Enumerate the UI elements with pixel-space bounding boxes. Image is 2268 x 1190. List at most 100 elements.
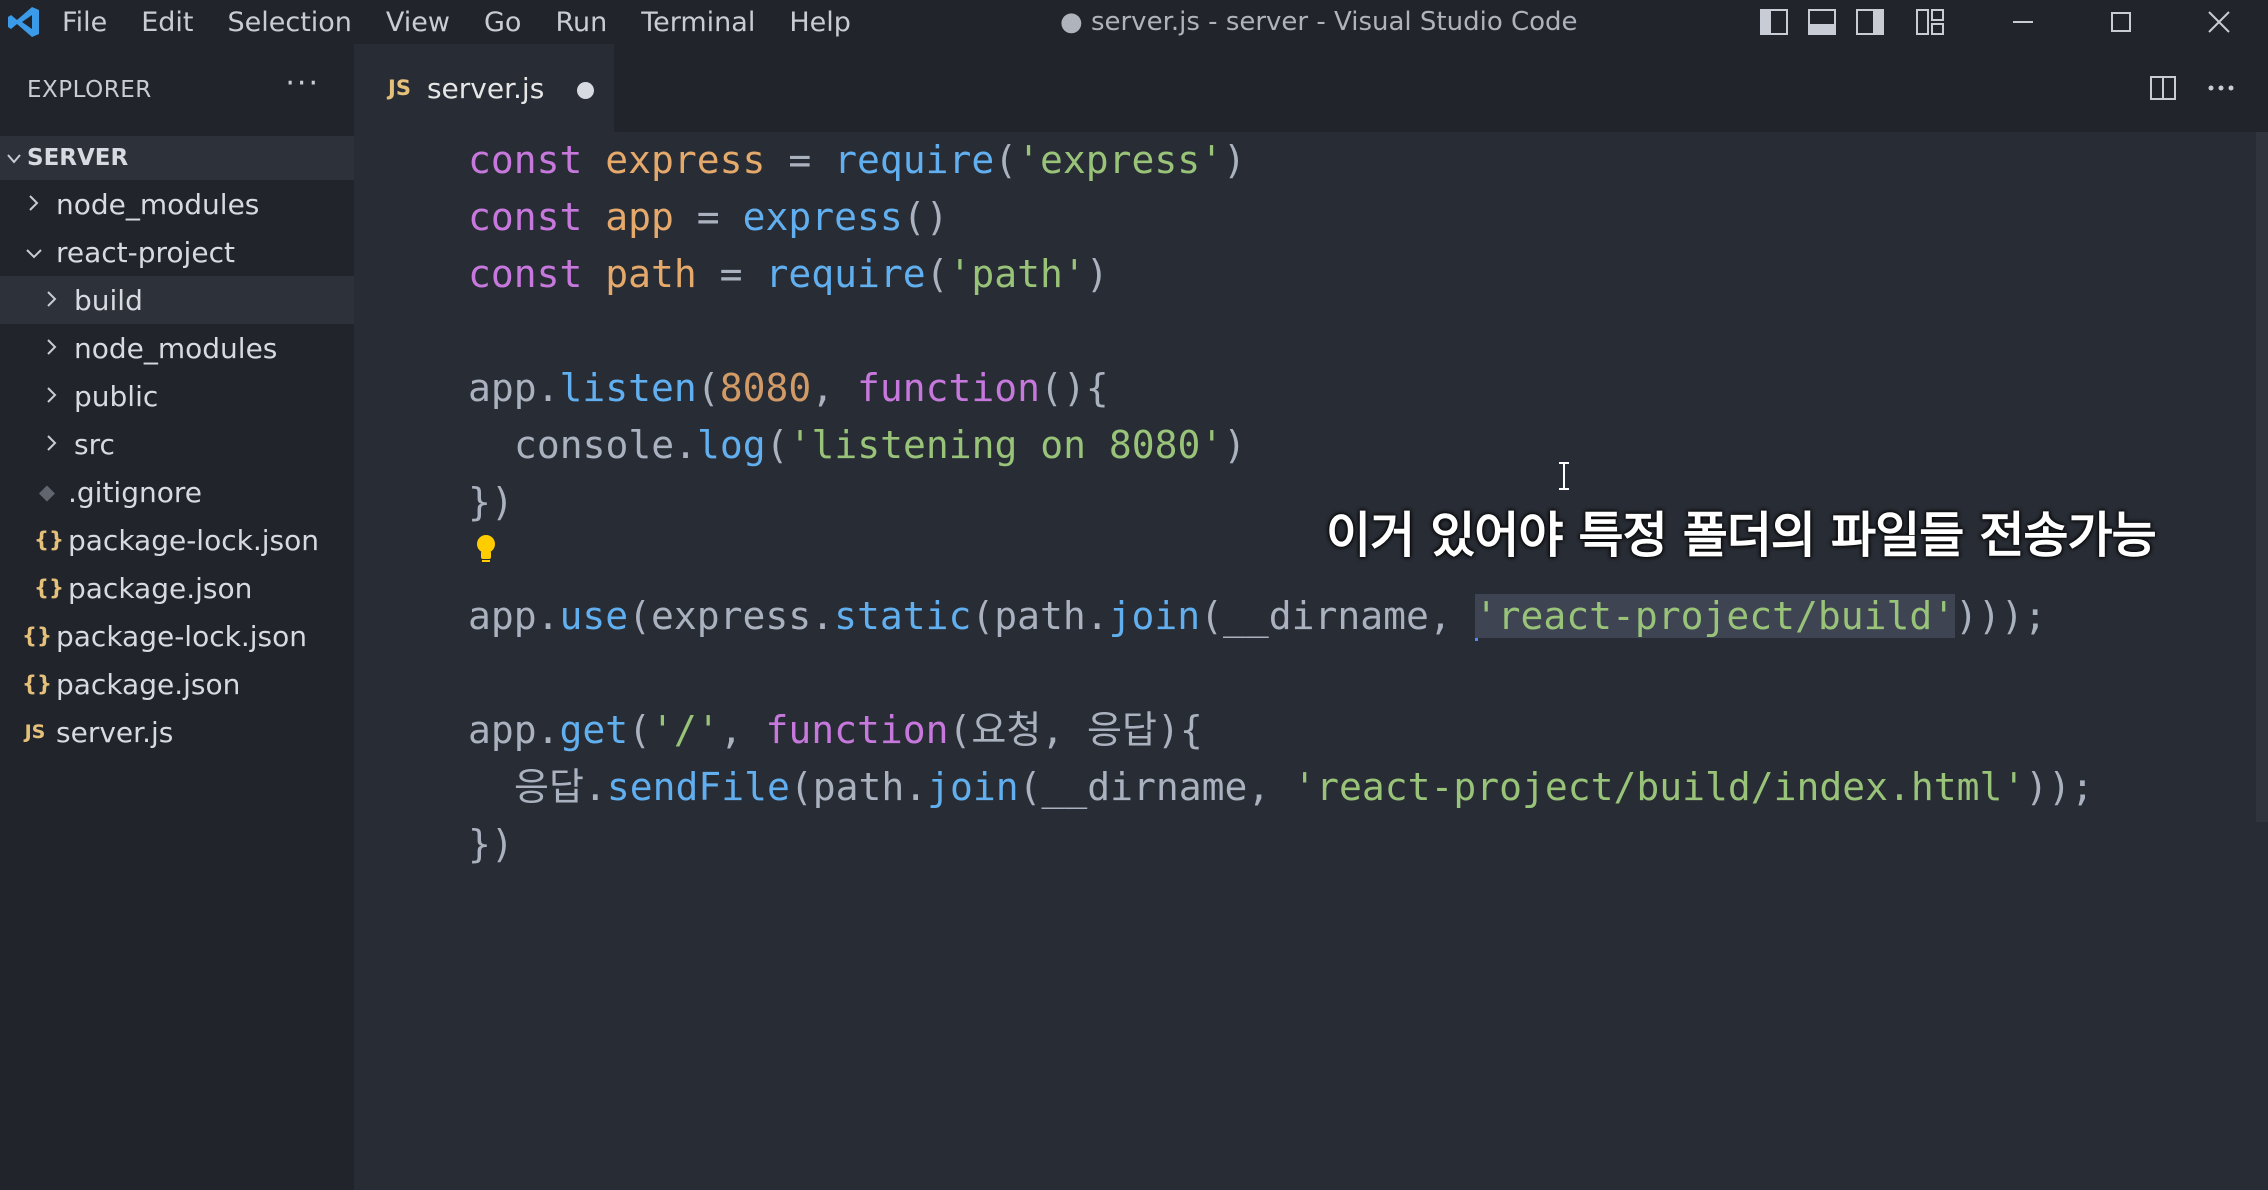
code-token: join: [1108, 594, 1201, 638]
menu-selection[interactable]: Selection: [227, 7, 351, 38]
code-token: static: [834, 594, 972, 638]
workspace-name: SERVER: [27, 145, 129, 171]
code-token: ): [1085, 252, 1109, 296]
code-token: express: [742, 195, 903, 239]
tree-item[interactable]: ◆ .gitignore: [0, 468, 354, 516]
code-token: app.: [468, 594, 560, 638]
code-line: }): [468, 818, 514, 870]
workspace-section-server[interactable]: SERVER: [0, 136, 354, 180]
tree-item-label: package.json: [56, 667, 241, 701]
code-line: const app = express(): [468, 191, 948, 243]
tree-item[interactable]: node_modules: [0, 180, 354, 228]
js-file-icon: JS: [388, 76, 411, 100]
text-cursor-icon: [1557, 462, 1571, 490]
tree-item[interactable]: react-project: [0, 228, 354, 276]
menu-run[interactable]: Run: [555, 7, 607, 38]
code-token: (__dirname,: [1200, 594, 1475, 638]
tab-server-js[interactable]: JS server.js: [354, 44, 614, 132]
tree-item[interactable]: {} package.json: [0, 564, 354, 612]
customize-layout-icon[interactable]: [1906, 0, 1954, 44]
menu-go[interactable]: Go: [484, 7, 521, 38]
tree-item-label: package-lock.json: [56, 619, 307, 653]
code-line: const express = require('express'): [468, 134, 1246, 186]
explorer-header: EXPLORER ···: [0, 44, 354, 136]
close-window-button[interactable]: [2170, 0, 2268, 44]
code-token: (: [628, 708, 652, 752]
menu-help[interactable]: Help: [789, 7, 851, 38]
minimize-button[interactable]: [1974, 0, 2072, 44]
code-token: ): [1223, 423, 1247, 467]
tree-item-label: src: [74, 427, 115, 461]
code-token: (요청, 응답){: [948, 708, 1203, 752]
menu-file[interactable]: File: [62, 7, 107, 38]
code-token: (){: [1040, 366, 1109, 410]
tree-item[interactable]: {} package-lock.json: [0, 612, 354, 660]
tree-item-label: build: [74, 283, 143, 317]
file-tree: node_modules react-project build node_modul…: [0, 180, 354, 756]
code-line: app.listen(8080, function(){: [468, 362, 1109, 414]
menu-edit[interactable]: Edit: [141, 7, 193, 38]
code-token: (): [902, 195, 949, 239]
code-token: (express.: [628, 594, 835, 638]
chevron-right-icon: [22, 190, 46, 218]
tree-item[interactable]: src: [0, 420, 354, 468]
code-editor[interactable]: const express = require('express') const …: [354, 132, 2268, 1190]
editor-more-icon[interactable]: [2192, 44, 2250, 132]
json-file-icon: {}: [22, 624, 52, 648]
code-token: console.: [514, 423, 698, 467]
toggle-secondary-sidebar-icon[interactable]: [1846, 0, 1894, 44]
code-token: get: [559, 708, 629, 752]
code-token: (: [765, 423, 789, 467]
code-token: log: [697, 423, 766, 467]
chevron-right-icon: [40, 286, 64, 314]
code-token: function: [856, 366, 1040, 410]
code-token: ): [1223, 138, 1246, 182]
menu-view[interactable]: View: [386, 7, 450, 38]
code-token: const: [468, 195, 606, 239]
tree-item-label: server.js: [56, 715, 174, 749]
tree-item[interactable]: JS server.js: [0, 708, 354, 756]
tree-item[interactable]: build: [0, 276, 354, 324]
tree-item[interactable]: {} package-lock.json: [0, 516, 354, 564]
maximize-button[interactable]: [2072, 0, 2170, 44]
tree-item[interactable]: {} package.json: [0, 660, 354, 708]
tree-item-label: package.json: [68, 571, 253, 605]
split-editor-icon[interactable]: [2134, 44, 2192, 132]
code-token: app.: [468, 366, 560, 410]
js-file-icon: JS: [24, 721, 46, 743]
code-token: express: [605, 138, 766, 182]
json-file-icon: {}: [22, 672, 52, 696]
code-token: =: [765, 138, 835, 182]
window-title: ● server.js - server - Visual Studio Cod…: [1060, 7, 1578, 37]
code-line: }): [468, 476, 514, 528]
json-file-icon: {}: [34, 576, 64, 600]
code-token: (__dirname,: [1018, 765, 1294, 809]
chevron-down-icon: [0, 146, 27, 170]
tree-item-label: package-lock.json: [68, 523, 319, 557]
code-line: app.use(express.static(path.join(__dirna…: [468, 590, 2047, 642]
code-token: }): [468, 480, 514, 524]
tree-item[interactable]: node_modules: [0, 324, 354, 372]
menu-terminal[interactable]: Terminal: [641, 7, 755, 38]
code-token: app.: [468, 708, 560, 752]
tree-item[interactable]: public: [0, 372, 354, 420]
title-bar: File Edit Selection View Go Run Terminal Help ●…: [0, 0, 2268, 44]
code-token: )));: [1955, 594, 2047, 638]
unsaved-dot-icon[interactable]: [577, 82, 594, 99]
explorer-title: EXPLORER: [27, 77, 152, 103]
code-token: ));: [2025, 765, 2094, 809]
editor-scrollbar[interactable]: [2256, 132, 2268, 822]
git-file-icon: ◆: [38, 480, 56, 504]
code-token: app: [605, 195, 674, 239]
lightbulb-icon[interactable]: [474, 528, 498, 562]
chevron-right-icon: [40, 430, 64, 458]
tree-item-label: public: [74, 379, 159, 413]
code-token: 8080: [719, 366, 812, 410]
code-token: '/': [651, 708, 720, 752]
code-token: 'react-project/build': [1474, 594, 1956, 638]
more-actions-icon[interactable]: ···: [285, 66, 320, 101]
code-token: path: [605, 252, 697, 296]
toggle-primary-sidebar-icon[interactable]: [1750, 0, 1798, 44]
toggle-panel-icon[interactable]: [1798, 0, 1846, 44]
menu-bar: File Edit Selection View Go Run Terminal Help: [62, 7, 885, 38]
